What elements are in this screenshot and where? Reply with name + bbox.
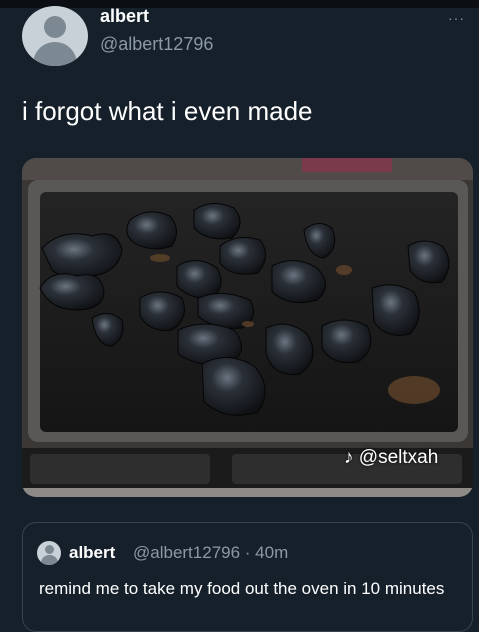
quoted-author-avatar[interactable] [37, 541, 61, 565]
quoted-author-meta: @albert12796 · 40m [133, 543, 289, 562]
avatar-head-shape [45, 545, 54, 554]
author-avatar[interactable] [22, 6, 88, 66]
tiktok-icon: ♪ [344, 447, 354, 468]
tiktok-watermark: ♪ @seltxah [344, 447, 438, 469]
more-options-icon[interactable]: ··· [448, 10, 465, 26]
quoted-tweet-text: remind me to take my food out the oven i… [39, 579, 445, 598]
quoted-author-name[interactable]: albert [69, 543, 115, 563]
tweet-text: i forgot what i even made [22, 96, 313, 126]
author-handle[interactable]: @albert12796 [100, 34, 213, 55]
avatar-body-shape [41, 555, 58, 565]
top-status-bar [0, 0, 479, 8]
avatar-body-shape [33, 42, 77, 66]
watermark-handle: @seltxah [358, 447, 439, 468]
author-name[interactable]: albert [100, 6, 149, 27]
quoted-tweet-card[interactable]: albert @albert12796 · 40m remind me to t… [22, 522, 473, 632]
avatar-head-shape [44, 16, 66, 38]
